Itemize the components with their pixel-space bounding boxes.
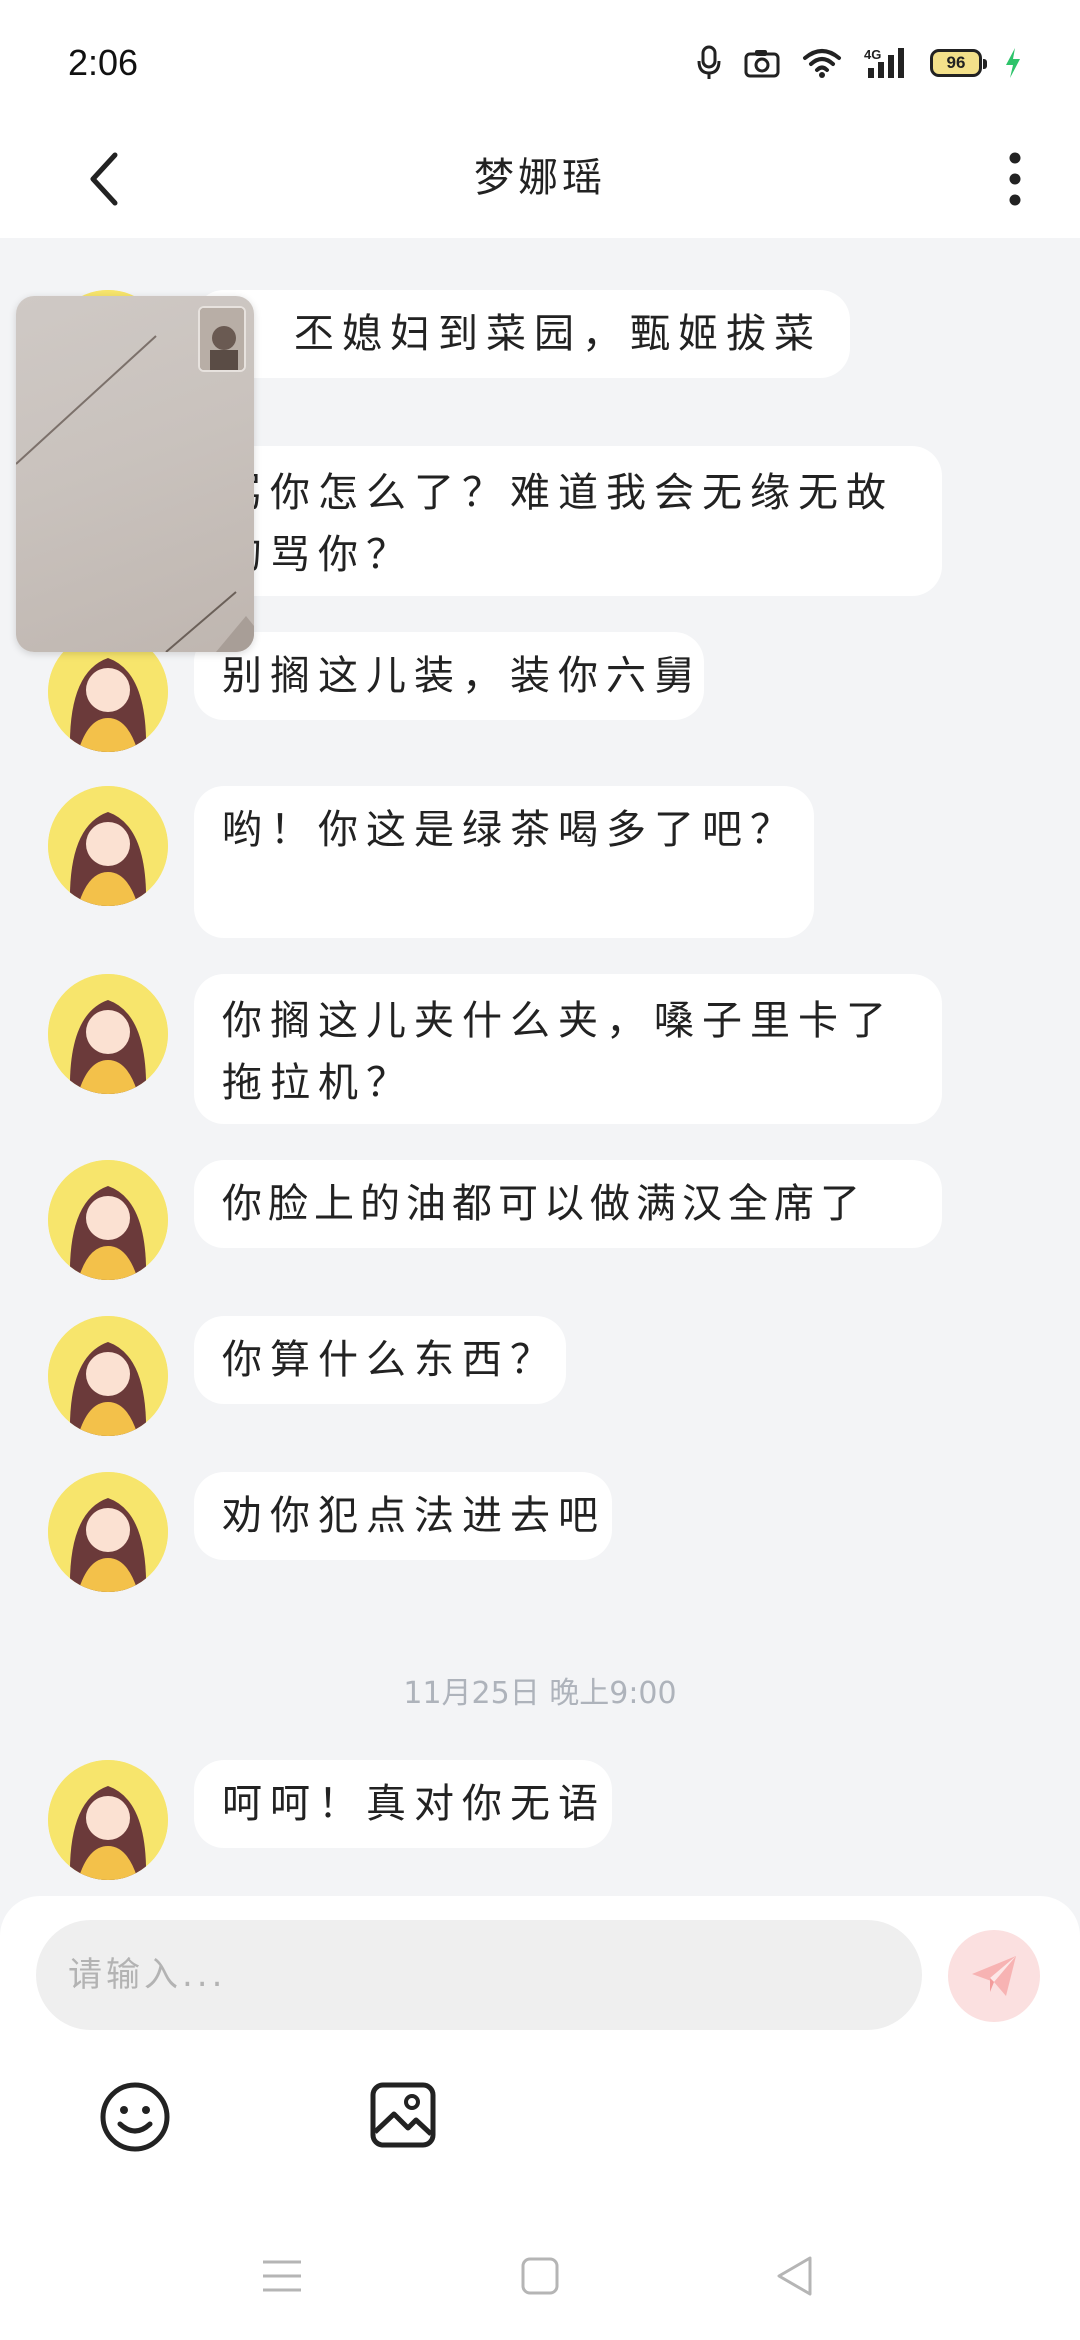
camera-icon [744, 50, 780, 78]
nav-home-button[interactable] [516, 2252, 564, 2300]
message-timestamp: 11月25日 晚上9:00 [403, 1676, 677, 1711]
microphone-icon [697, 45, 721, 79]
message-bubble[interactable]: 别搁这儿装，装你六舅 [194, 632, 704, 720]
charging-icon [1006, 48, 1020, 78]
status-bar: 2:06 4G 96 [0, 0, 1080, 120]
pip-self-view[interactable] [198, 306, 246, 372]
avatar[interactable] [48, 1316, 168, 1436]
message-bubble[interactable]: 哟！你这是绿茶喝多了吧？ [194, 786, 814, 938]
page-title: 梦娜瑶 [474, 155, 606, 201]
chat-header: 梦娜瑶 [0, 120, 1080, 238]
svg-text:4G: 4G [864, 47, 881, 62]
nav-back-button[interactable] [770, 2252, 818, 2300]
avatar[interactable] [48, 1760, 168, 1880]
smiley-icon [100, 2082, 170, 2152]
square-icon [521, 2257, 559, 2295]
image-button[interactable] [368, 2080, 438, 2150]
avatar[interactable] [48, 974, 168, 1094]
more-vertical-icon [1009, 152, 1021, 206]
avatar[interactable] [48, 1160, 168, 1280]
message-input[interactable] [36, 1920, 922, 2030]
message-bubble[interactable]: 呵呵！真对你无语 [194, 1760, 612, 1848]
message-bubble[interactable]: 你搁这儿夹什么夹，嗓子里卡了拖拉机？ [194, 974, 942, 1124]
triangle-back-icon [777, 2256, 812, 2296]
more-button[interactable] [980, 144, 1050, 214]
video-call-pip[interactable] [16, 296, 254, 652]
message-bubble[interactable]: 你算什么东西？ [194, 1316, 566, 1404]
message-bubble[interactable]: 劝你犯点法进去吧 [194, 1472, 612, 1560]
message-bubble[interactable]: 你脸上的油都可以做满汉全席了 [194, 1160, 942, 1248]
image-icon [370, 2082, 436, 2148]
message-bubble[interactable]: 骂你怎么了？难道我会无缘无故的骂你？ [194, 446, 942, 596]
system-nav-bar [0, 2196, 1080, 2340]
avatar[interactable] [48, 786, 168, 906]
emoji-button[interactable] [98, 2080, 172, 2154]
nav-menu-button[interactable] [258, 2252, 306, 2300]
wifi-icon [803, 49, 841, 78]
message-bubble[interactable]: 丕媳妇到菜园，甄姬拔菜 [194, 290, 850, 378]
battery-icon: 96 [930, 49, 987, 77]
avatar[interactable] [48, 1472, 168, 1592]
status-time: 2:06 [68, 42, 139, 83]
paper-plane-icon [972, 1956, 1016, 1996]
menu-icon [263, 2260, 301, 2292]
composer [0, 1896, 1080, 2196]
status-icons: 4G 96 [696, 42, 1022, 84]
send-button[interactable] [948, 1930, 1040, 2022]
signal-4g-icon: 4G [864, 47, 904, 78]
